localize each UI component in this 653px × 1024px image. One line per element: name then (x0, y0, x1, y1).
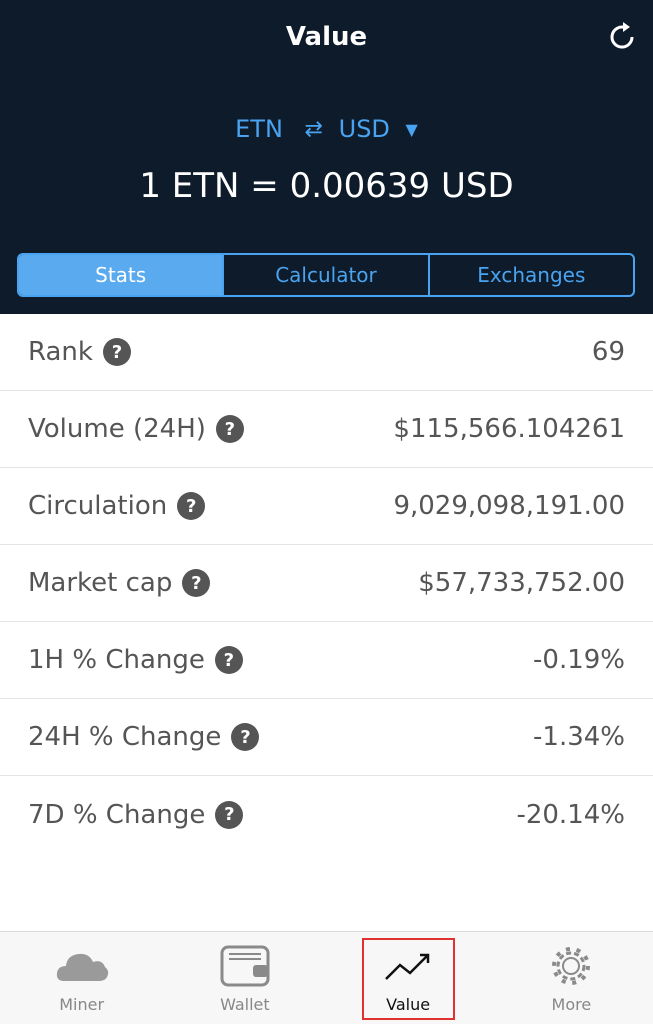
stat-value: -0.19% (533, 645, 625, 675)
stat-value: -1.34% (533, 722, 625, 752)
stat-row-market-cap: Market cap? $57,733,752.00 (0, 545, 653, 622)
tabbar-label: Value (386, 995, 431, 1014)
from-currency[interactable]: ETN (235, 115, 283, 143)
stat-value: -20.14% (516, 799, 625, 830)
stat-label: Rank (28, 337, 93, 367)
stat-row-24h-change: 24H % Change? -1.34% (0, 699, 653, 776)
tabbar-label: Miner (59, 995, 105, 1014)
tabbar-item-wallet[interactable]: Wallet (163, 932, 326, 1024)
tabbar-label: Wallet (220, 995, 270, 1014)
stat-row-1h-change: 1H % Change? -0.19% (0, 622, 653, 699)
stat-label: 24H % Change (28, 722, 222, 752)
help-icon[interactable]: ? (182, 569, 211, 597)
header: Value ETN ⇄ USD ▼ 1 ETN = 0.00639 USD St… (0, 0, 653, 314)
chevron-down-icon[interactable]: ▼ (406, 120, 418, 139)
stats-list: Rank? 69 Volume (24H)? $115,566.104261 C… (0, 314, 653, 853)
help-icon[interactable]: ? (102, 338, 131, 366)
stat-row-circulation: Circulation? 9,029,098,191.00 (0, 468, 653, 545)
trend-icon (385, 953, 430, 980)
currency-pair-selector[interactable]: ETN ⇄ USD ▼ (0, 114, 653, 143)
help-icon[interactable]: ? (214, 646, 243, 674)
stat-value: $115,566.104261 (393, 414, 625, 444)
tabbar-item-value[interactable]: Value (327, 932, 490, 1024)
stat-row-volume: Volume (24H)? $115,566.104261 (0, 391, 653, 468)
wallet-icon (220, 945, 270, 987)
stat-label: Circulation (28, 491, 168, 521)
tabbar-item-more[interactable]: More (490, 932, 653, 1024)
stat-label: 7D % Change (28, 799, 206, 830)
stat-value: 69 (591, 337, 625, 367)
tab-calculator[interactable]: Calculator (222, 255, 427, 295)
cloud-icon (56, 953, 108, 981)
tab-stats[interactable]: Stats (19, 255, 223, 295)
tab-exchanges[interactable]: Exchanges (427, 255, 633, 295)
bottom-tab-bar: Miner Wallet Value More (0, 931, 653, 1024)
stat-label: Volume (24H) (28, 414, 206, 444)
page-title: Value (285, 22, 368, 52)
stat-label: 1H % Change (28, 645, 205, 675)
help-icon[interactable]: ? (231, 723, 260, 751)
exchange-rate: 1 ETN = 0.00639 USD (139, 166, 514, 206)
stat-value: 9,029,098,191.00 (393, 491, 625, 521)
tabbar-item-miner[interactable]: Miner (0, 932, 163, 1024)
help-icon[interactable]: ? (215, 800, 244, 829)
stat-row-rank: Rank? 69 (0, 314, 653, 391)
to-currency[interactable]: USD (339, 115, 390, 143)
stat-label: Market cap (28, 568, 173, 598)
stat-value: $57,733,752.00 (418, 568, 625, 598)
segmented-tabs: Stats Calculator Exchanges (17, 253, 635, 297)
stat-row-7d-change: 7D % Change? -20.14% (0, 776, 653, 853)
refresh-icon[interactable] (605, 20, 639, 54)
help-icon[interactable]: ? (177, 492, 206, 520)
swap-icon[interactable]: ⇄ (305, 117, 323, 142)
help-icon[interactable]: ? (215, 415, 244, 443)
gear-icon (552, 947, 591, 985)
tabbar-label: More (551, 995, 592, 1014)
